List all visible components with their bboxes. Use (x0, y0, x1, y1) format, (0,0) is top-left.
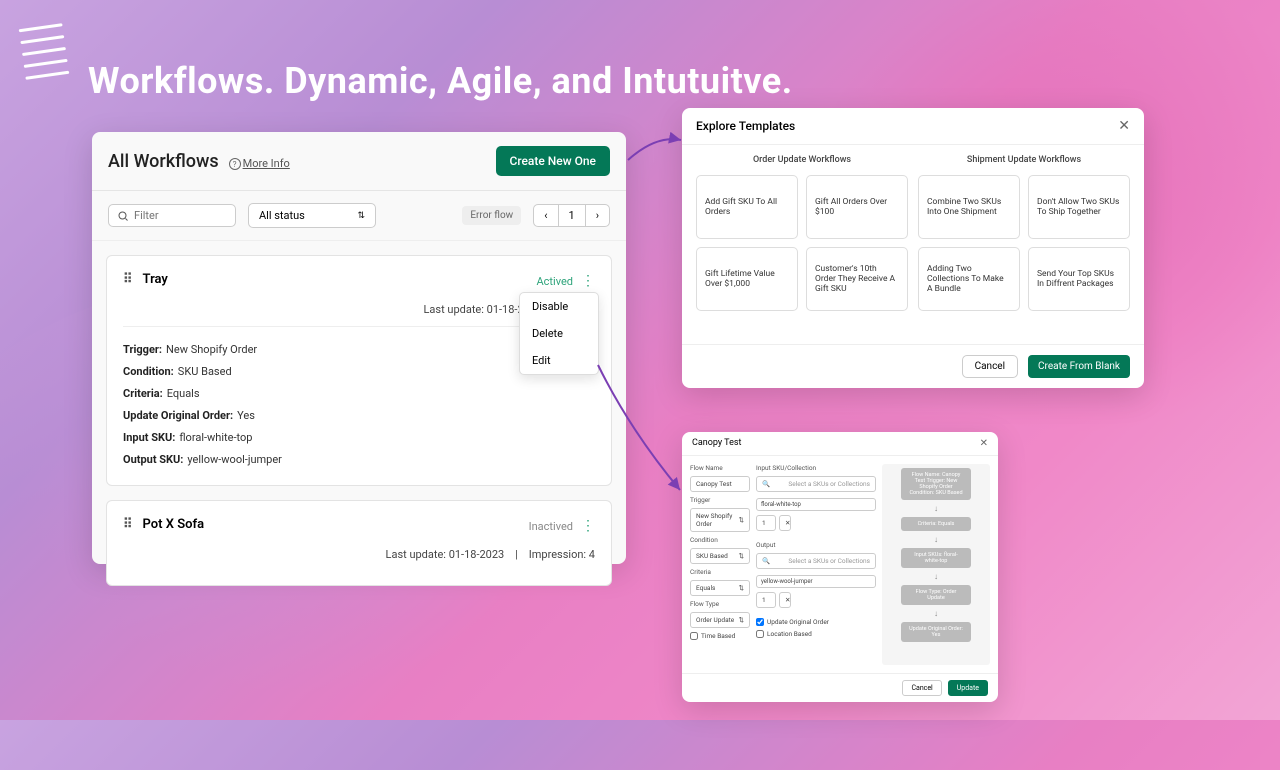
workflows-panel: All Workflows ?More Info Create New One … (92, 132, 626, 564)
templates-col2-title: Shipment Update Workflows (918, 155, 1130, 165)
flow-node: Criteria: Equals (901, 517, 971, 531)
filter-input-wrap[interactable] (108, 204, 236, 227)
close-icon[interactable]: ✕ (980, 438, 988, 449)
workflow-name: Tray (143, 272, 168, 287)
arrow-down-icon: ↓ (934, 504, 938, 513)
template-card[interactable]: Don't Allow Two SKUs To Ship Together (1028, 175, 1130, 239)
more-info-link[interactable]: ?More Info (229, 157, 290, 170)
menu-delete[interactable]: Delete (520, 320, 598, 347)
template-card[interactable]: Adding Two Collections To Make A Bundle (918, 247, 1020, 311)
workflow-card: ⠿Tray Actived⋮ Last update: 01-18-2023 |… (106, 255, 612, 486)
flow-node: Input SKUs: floral-white-top (901, 548, 971, 568)
remove-icon[interactable]: ✕ (779, 592, 791, 608)
flowtype-select[interactable]: Order Update⇅ (690, 612, 750, 628)
drag-handle-icon[interactable]: ⠿ (123, 272, 133, 287)
page-next-button[interactable]: › (586, 205, 609, 226)
flow-preview: Flow Name: Canopy Test Trigger: New Shop… (882, 464, 990, 665)
create-blank-button[interactable]: Create From Blank (1028, 355, 1130, 378)
arrow-down-icon: ↓ (934, 609, 938, 618)
chevron-updown-icon: ⇅ (357, 211, 365, 221)
card-dropdown-menu: Disable Delete Edit (519, 292, 599, 375)
filter-input[interactable] (134, 209, 224, 222)
template-card[interactable]: Gift All Orders Over $100 (806, 175, 908, 239)
editor-modal: Canopy Test ✕ Flow Name Canopy Test Trig… (682, 432, 998, 702)
card-menu-button[interactable]: ⋮ (581, 518, 595, 534)
input-sku-search[interactable]: 🔍 Select a SKUs or Collections (756, 476, 876, 492)
template-card[interactable]: Customer's 10th Order They Receive A Gif… (806, 247, 908, 311)
connector-arrow-icon (626, 130, 686, 180)
editor-title: Canopy Test (692, 438, 741, 449)
template-card[interactable]: Send Your Top SKUs In Diffrent Packages (1028, 247, 1130, 311)
arrow-down-icon: ↓ (934, 535, 938, 544)
hatch-decoration (19, 23, 70, 80)
page-headline: Workflows. Dynamic, Agile, and Intutuitv… (88, 60, 793, 102)
template-card[interactable]: Combine Two SKUs Into One Shipment (918, 175, 1020, 239)
location-based-checkbox[interactable]: Location Based (756, 630, 876, 638)
workflow-card: ⠿ Pot X Sofa Inactived ⋮ Last update: 01-1… (106, 500, 612, 586)
input-qty[interactable]: 1 (756, 515, 776, 531)
templates-title: Explore Templates (696, 119, 795, 133)
page-number: 1 (559, 205, 586, 226)
workflow-status: Actived (536, 275, 573, 288)
template-card[interactable]: Gift Lifetime Value Over $1,000 (696, 247, 798, 311)
output-sku-search[interactable]: 🔍 Select a SKUs or Collections (756, 553, 876, 569)
flow-node: Update Original Order: Yes (901, 622, 971, 642)
update-original-checkbox[interactable]: Update Original Order (756, 618, 876, 626)
menu-edit[interactable]: Edit (520, 347, 598, 374)
criteria-select[interactable]: Equals⇅ (690, 580, 750, 596)
cancel-button[interactable]: Cancel (902, 680, 941, 696)
remove-icon[interactable]: ✕ (779, 515, 791, 531)
card-menu-button[interactable]: ⋮ (581, 273, 595, 289)
output-qty[interactable]: 1 (756, 592, 776, 608)
template-card[interactable]: Add Gift SKU To All Orders (696, 175, 798, 239)
flow-node: Flow Name: Canopy Test Trigger: New Shop… (901, 468, 971, 500)
pagination: ‹ 1 › (533, 204, 610, 227)
trigger-select[interactable]: New Shopify Order⇅ (690, 508, 750, 532)
page-prev-button[interactable]: ‹ (534, 205, 558, 226)
workflows-title: All Workflows (108, 151, 219, 172)
flow-node: Flow Type: Order Update (901, 585, 971, 605)
time-based-checkbox[interactable]: Time Based (690, 632, 750, 640)
templates-col1-title: Order Update Workflows (696, 155, 908, 165)
condition-select[interactable]: SKU Based⇅ (690, 548, 750, 564)
create-workflow-button[interactable]: Create New One (496, 146, 610, 176)
workflow-meta: Last update: 01-18-2023 | Impression: 4 (123, 548, 595, 571)
cancel-button[interactable]: Cancel (962, 355, 1018, 378)
workflow-name: Pot X Sofa (143, 517, 205, 532)
update-button[interactable]: Update (948, 680, 988, 696)
output-sku-chip[interactable]: yellow-wool-jumper (756, 575, 876, 588)
close-icon[interactable]: ✕ (1118, 118, 1130, 134)
input-sku-chip[interactable]: floral-white-top (756, 498, 876, 511)
search-icon (117, 210, 129, 222)
error-flow-toggle[interactable]: Error flow (462, 206, 521, 225)
help-icon: ? (229, 158, 241, 170)
arrow-down-icon: ↓ (934, 572, 938, 581)
templates-modal: Explore Templates ✕ Order Update Workflo… (682, 108, 1144, 388)
flow-name-input[interactable]: Canopy Test (690, 476, 750, 492)
status-select[interactable]: All status⇅ (248, 203, 376, 228)
workflow-status: Inactived (529, 520, 573, 533)
drag-handle-icon[interactable]: ⠿ (123, 517, 133, 532)
menu-disable[interactable]: Disable (520, 293, 598, 320)
